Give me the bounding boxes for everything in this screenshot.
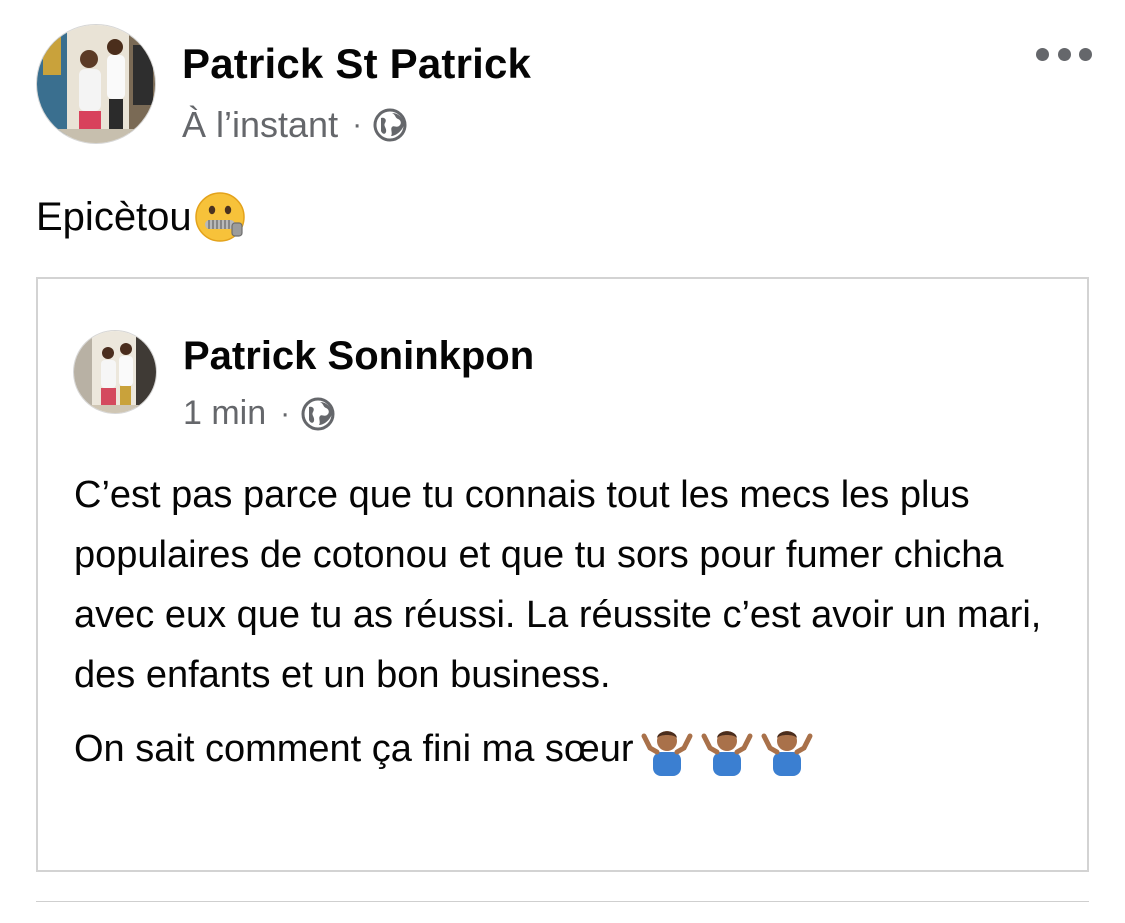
post-timestamp[interactable]: À l’instant [182, 104, 338, 146]
person-shrugging-icon [761, 731, 813, 776]
shared-post-paragraph: C’est pas parce que tu connais tout les … [74, 474, 1042, 696]
facebook-post: Patrick St Patrick À l’instant · Epicèto… [0, 0, 1125, 923]
zipper-mouth-face-icon [194, 192, 245, 242]
author-avatar[interactable] [36, 24, 156, 144]
shared-post-timestamp[interactable]: 1 min [183, 394, 266, 433]
shared-post-paragraph: On sait comment ça fini ma sœur [74, 719, 1074, 779]
person-shrugging-icon [701, 731, 753, 776]
more-dot [1036, 47, 1049, 61]
globe-icon[interactable] [300, 396, 336, 432]
post-divider [36, 901, 1089, 902]
more-dot [1057, 47, 1071, 61]
person-shrugging-icon [641, 731, 693, 776]
meta-separator: · [352, 108, 363, 141]
shared-post-body: C’est pas parce que tu connais tout les … [74, 465, 1074, 779]
shared-post-card[interactable]: Patrick Soninkpon 1 min · C’est pas parc… [36, 277, 1089, 872]
shared-post-meta: 1 min · [183, 394, 336, 433]
globe-icon[interactable] [372, 107, 408, 143]
shared-author-name[interactable]: Patrick Soninkpon [183, 334, 534, 379]
more-dot [1079, 47, 1092, 61]
post-meta: À l’instant · [182, 104, 408, 146]
post-caption: Epicètou [36, 190, 247, 244]
author-name[interactable]: Patrick St Patrick [182, 40, 531, 88]
more-options-button[interactable] [1036, 36, 1092, 72]
caption-text: Epicètou [36, 194, 192, 239]
shared-author-avatar[interactable] [73, 330, 157, 414]
shared-post-closing-text: On sait comment ça fini ma sœur [74, 728, 634, 770]
meta-separator: · [280, 396, 291, 430]
